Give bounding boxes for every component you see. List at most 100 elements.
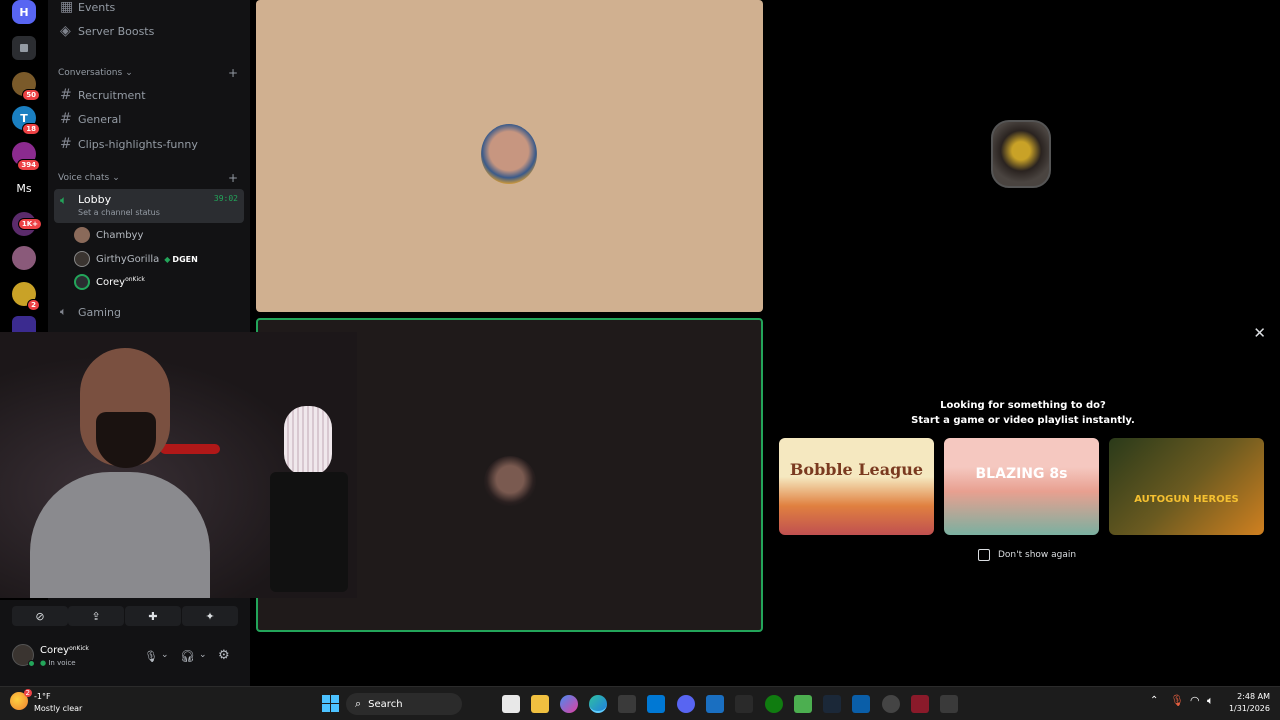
channel-clips[interactable]: # Clips-highlights-funny: [54, 133, 244, 155]
activities-button[interactable]: ✚: [125, 606, 181, 626]
store-icon[interactable]: [618, 695, 636, 713]
windows-taskbar: 2 -1°F Mostly clear ⌕ Search ⌃ 🎙︎ ◠ 🔈︎ 2…: [0, 686, 1280, 720]
game-card-blazing-8s[interactable]: BLAZING 8s: [944, 438, 1099, 535]
headphones-icon[interactable]: 🎧︎: [180, 649, 195, 663]
close-icon[interactable]: ✕: [1253, 324, 1266, 342]
speaker-icon: 🔈︎: [60, 305, 67, 318]
discord-window: H 50 T 18 394 Ms 1K+ 2 ▦ Events ◈ Server …: [0, 0, 1280, 686]
app-icon[interactable]: [882, 695, 900, 713]
edge-icon[interactable]: [589, 695, 607, 713]
chevron-down-icon: ⌄: [112, 173, 120, 183]
stop-video-button[interactable]: ⊘: [12, 606, 68, 626]
avatar: [484, 456, 536, 508]
app-icon[interactable]: [852, 695, 870, 713]
server-icon[interactable]: [12, 246, 36, 270]
clock-date: 1/31/2026: [1228, 704, 1270, 713]
search-label: Search: [368, 698, 403, 710]
file-explorer-icon[interactable]: [531, 695, 549, 713]
wifi-icon[interactable]: ◠: [1190, 694, 1200, 707]
clock[interactable]: 2:48 AM 1/31/2026: [1226, 691, 1270, 715]
tag-icon: ◆: [164, 254, 171, 264]
steam-icon[interactable]: [823, 695, 841, 713]
channel-general[interactable]: # General: [54, 108, 244, 130]
channel-label: Lobby: [78, 193, 112, 206]
unread-badge: 2: [27, 299, 40, 311]
weather-icon[interactable]: 2: [10, 689, 32, 710]
user-name-tag: onKick: [69, 645, 89, 652]
chevron-up-icon[interactable]: ⌃: [1150, 695, 1158, 706]
gear-icon[interactable]: ⚙: [218, 648, 230, 663]
hash-icon: #: [60, 111, 72, 127]
events-label: Events: [78, 0, 116, 14]
video-off-icon: ⊘: [35, 609, 45, 623]
folder-icon[interactable]: [12, 36, 36, 60]
video-tile-chambyy[interactable]: [256, 0, 763, 312]
server-icon[interactable]: 394: [12, 142, 40, 171]
hash-icon: #: [60, 87, 72, 103]
copilot-icon[interactable]: [560, 695, 578, 713]
server-icon[interactable]: 50: [12, 72, 40, 101]
xbox-icon[interactable]: [765, 695, 783, 713]
activity-title: Looking for something to do?: [940, 400, 1106, 411]
obs-icon[interactable]: [911, 695, 929, 713]
server-icon-t[interactable]: T 18: [12, 106, 40, 135]
boost-icon: ◈: [60, 23, 71, 39]
channel-recruitment[interactable]: # Recruitment: [54, 84, 244, 106]
server-icon[interactable]: 2: [12, 282, 40, 311]
server-label: H: [19, 5, 29, 19]
user-status-label: In voice: [48, 659, 76, 667]
avatar: [74, 227, 90, 243]
user-name-block[interactable]: CoreyonKick: [40, 645, 89, 656]
game-title: Bobble League: [789, 460, 924, 479]
epic-games-icon[interactable]: [735, 695, 753, 713]
voice-channel-lobby[interactable]: 🔈︎ Lobby Set a channel status 39:02: [54, 189, 244, 223]
dont-show-again[interactable]: Don't show again: [978, 549, 1076, 561]
game-card-bobble-league[interactable]: Bobble League: [779, 438, 934, 535]
weather-temp: -1°F: [34, 692, 51, 701]
server-icon-h[interactable]: H: [12, 0, 36, 24]
photos-icon[interactable]: [706, 695, 724, 713]
server-boosts-item[interactable]: ◈ Server Boosts: [54, 20, 244, 42]
checkbox[interactable]: [978, 549, 990, 561]
task-view-icon[interactable]: [502, 695, 520, 713]
taskbar-search[interactable]: ⌕ Search: [346, 693, 462, 715]
game-card-autogun-heroes[interactable]: AUTOGUN HEROES: [1109, 438, 1264, 535]
microphone-toggle-icon[interactable]: 🎙︎: [144, 650, 158, 663]
voice-member[interactable]: Corey onKick: [74, 272, 244, 292]
channel-status-placeholder[interactable]: Set a channel status: [78, 208, 160, 217]
share-screen-button[interactable]: ⇪: [68, 606, 124, 626]
soundboard-icon: ✦: [205, 609, 215, 623]
windows-start-icon[interactable]: [322, 695, 339, 712]
volume-icon[interactable]: 🔈︎: [1207, 694, 1214, 708]
video-tile-girthygorilla[interactable]: [766, 0, 1280, 312]
microphone-icon[interactable]: 🎙︎: [1170, 694, 1184, 707]
weather-desc: Mostly clear: [34, 704, 83, 713]
category-conversations[interactable]: Conversations ⌄ +: [54, 66, 244, 80]
category-voice-chats[interactable]: Voice chats ⌄ +: [54, 171, 244, 185]
soundboard-button[interactable]: ✦: [182, 606, 238, 626]
member-name: GirthyGorilla: [96, 253, 160, 265]
events-item[interactable]: ▦ Events: [54, 0, 244, 18]
red-light: [160, 444, 220, 454]
user-avatar[interactable]: [12, 644, 35, 667]
voice-member[interactable]: Chambyy: [74, 225, 244, 245]
weather-widget[interactable]: -1°F Mostly clear: [34, 691, 82, 715]
chevron-down-icon[interactable]: ⌄: [161, 650, 169, 660]
chevron-down-icon: ⌄: [125, 68, 133, 78]
app-icon[interactable]: [940, 695, 958, 713]
outlook-icon[interactable]: [647, 695, 665, 713]
webcam-overlay: [0, 332, 357, 598]
add-channel-icon[interactable]: +: [228, 171, 238, 185]
avatar: [74, 274, 90, 290]
chevron-down-icon[interactable]: ⌄: [199, 650, 207, 660]
channel-label: Recruitment: [78, 88, 146, 102]
voice-channel-gaming[interactable]: 🔈︎ Gaming: [54, 301, 244, 323]
add-channel-icon[interactable]: +: [228, 66, 238, 80]
voice-member[interactable]: GirthyGorilla ◆ DGEN: [74, 249, 244, 269]
activity-heading: Looking for something to do? Start a gam…: [766, 398, 1280, 428]
server-icon[interactable]: 1K+: [12, 212, 42, 236]
minecraft-icon[interactable]: [794, 695, 812, 713]
server-icon-ms[interactable]: Ms: [12, 176, 36, 200]
discord-icon[interactable]: [677, 695, 695, 713]
voice-icon: ●: [40, 659, 47, 667]
